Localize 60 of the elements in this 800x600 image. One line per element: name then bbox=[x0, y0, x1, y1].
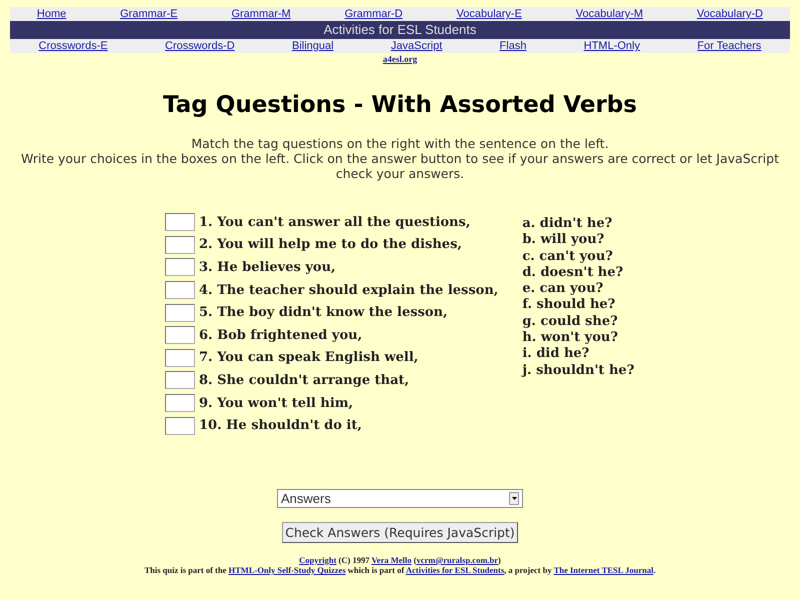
credit-link[interactable]: Activities for ESL Students bbox=[406, 564, 504, 575]
question-text: 9. You won't tell him, bbox=[199, 396, 354, 411]
question-text: 4. The teacher should explain the lesson, bbox=[199, 282, 498, 298]
answer-box[interactable] bbox=[165, 326, 195, 344]
tag-option: i. did he? bbox=[522, 346, 634, 363]
question-text: 7. You can speak English well, bbox=[199, 350, 418, 366]
nav-link[interactable]: Vocabulary-E bbox=[456, 8, 522, 20]
tag-option: a. didn't he? bbox=[522, 216, 634, 232]
question-text: 8. She couldn't arrange that, bbox=[199, 372, 410, 388]
tag-option: j. shouldn't he? bbox=[522, 362, 634, 379]
answer-box[interactable] bbox=[165, 371, 195, 390]
nav-link[interactable]: Vocabulary-D bbox=[696, 8, 763, 20]
tag-option: h. won't you? bbox=[522, 330, 634, 346]
instruction-text: Match the tag questions on the right with the sentence on the left. bbox=[190, 136, 610, 151]
nav-link[interactable]: HTML-Only bbox=[584, 40, 640, 52]
nav-link[interactable]: Flash bbox=[500, 40, 526, 52]
nav-link[interactable]: Grammar-D bbox=[344, 8, 403, 20]
answer-box[interactable] bbox=[165, 416, 195, 435]
nav-link[interactable]: Crosswords-E bbox=[38, 40, 108, 52]
question-text: 6. Bob frightened you, bbox=[199, 328, 362, 343]
answer-box[interactable] bbox=[165, 348, 195, 367]
tag-option: f. should he? bbox=[522, 297, 634, 314]
nav-link[interactable]: Crosswords-D bbox=[165, 40, 235, 52]
question-text: 3. He believes you, bbox=[199, 260, 336, 275]
question-text: 2. You will help me to do the dishes, bbox=[199, 237, 462, 252]
nav-link[interactable]: For Teachers bbox=[697, 40, 762, 52]
tag-option: g. could she? bbox=[522, 314, 634, 330]
credit-link[interactable]: HTML-Only Self-Study Quizzes bbox=[228, 564, 346, 575]
site-banner: Activities for ESL Students bbox=[10, 21, 790, 39]
nav-link[interactable]: Bilingual bbox=[292, 40, 334, 52]
credit-link[interactable]: Vera Mello bbox=[371, 554, 412, 565]
credit-text: This quiz is part of the HTML-Only Self-Study Quizzes which is part of Activities for ESL Students, a project by The Internet TESL Journal. bbox=[143, 564, 657, 575]
credit-link[interactable]: The Internet TESL Journal bbox=[554, 564, 654, 575]
answer-box[interactable] bbox=[165, 236, 195, 254]
tag-option: b. will you? bbox=[522, 232, 634, 249]
answer-box[interactable] bbox=[165, 304, 195, 322]
answer-box[interactable] bbox=[165, 213, 195, 232]
nav-link[interactable]: Grammar-M bbox=[231, 8, 291, 20]
answer-box[interactable] bbox=[165, 281, 195, 300]
question-text: 10. He shouldn't do it, bbox=[199, 418, 362, 434]
tag-option: c. can't you? bbox=[522, 248, 634, 265]
credit-text: Copyright (C) 1997 Vera Mello (vcrm@ruralsp.com.br) bbox=[298, 554, 502, 565]
nav-link[interactable]: Vocabulary-M bbox=[576, 8, 644, 20]
tag-option: e. can you? bbox=[522, 281, 634, 298]
answers-dropdown[interactable]: Answers bbox=[277, 488, 523, 508]
answer-box[interactable] bbox=[165, 394, 195, 412]
caret-icon bbox=[509, 492, 519, 505]
question-text: 5. The boy didn't know the lesson, bbox=[199, 305, 448, 320]
site-link[interactable]: a4esl.org bbox=[382, 54, 418, 64]
tag-option: d. doesn't he? bbox=[522, 264, 634, 282]
answer-box[interactable] bbox=[165, 258, 195, 276]
check-answers-button[interactable]: Check Answers (Requires JavaScript) bbox=[282, 522, 518, 543]
question-text: 1. You can't answer all the questions, bbox=[199, 214, 470, 230]
credit-link[interactable]: Copyright bbox=[299, 554, 336, 565]
nav-link[interactable]: Home bbox=[36, 8, 66, 20]
nav-link[interactable]: JavaScript bbox=[390, 40, 442, 52]
instruction-text: Write your choices in the boxes on the left. Click on the answer button to see if your answers are correct or let JavaScript check your answers. bbox=[20, 151, 780, 181]
page-title: Tag Questions - With Assorted Verbs bbox=[162, 92, 638, 118]
nav-link[interactable]: Grammar-E bbox=[120, 8, 178, 20]
credit-link[interactable]: vcrm@ruralsp.com.br bbox=[416, 554, 498, 565]
